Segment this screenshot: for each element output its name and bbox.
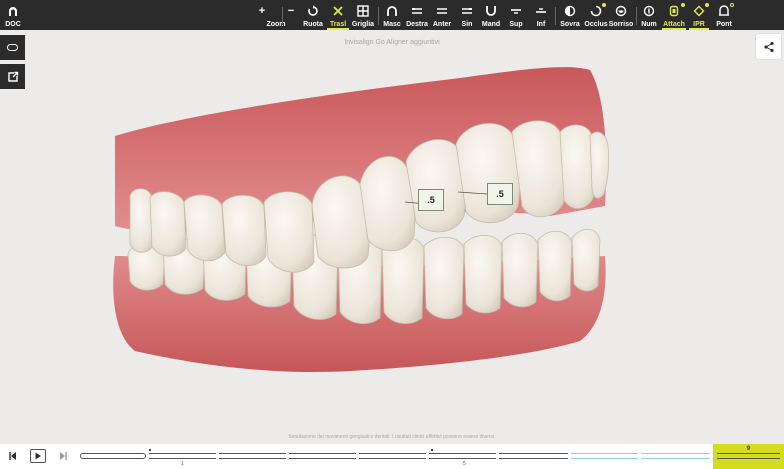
pontic-indicator xyxy=(730,3,734,7)
overlay-button[interactable]: Sovra xyxy=(559,0,581,30)
ipr-label[interactable]: .5 xyxy=(487,183,513,205)
attachment-icon xyxy=(668,3,680,19)
lower-arch-icon xyxy=(485,3,497,19)
teeth-model-illustration xyxy=(113,67,610,372)
skip-forward-icon xyxy=(60,452,67,460)
doc-button[interactable]: DOC xyxy=(4,0,22,30)
number-button[interactable]: Num xyxy=(640,0,658,30)
top-toolbar: DOC + Zoom − Ruota Trasl Griglia Masc De… xyxy=(0,0,784,30)
export-button[interactable] xyxy=(0,64,25,89)
bottom-view-button[interactable]: Inf xyxy=(531,0,551,30)
ipr-label[interactable]: .5 xyxy=(418,189,444,211)
separator xyxy=(378,7,379,25)
ipr-icon xyxy=(693,3,705,19)
attachment-marker xyxy=(149,449,151,451)
separator xyxy=(555,7,556,25)
left-view-button[interactable]: Sin xyxy=(457,0,477,30)
right-view-button[interactable]: Destra xyxy=(405,0,429,30)
current-stage-number: 9 xyxy=(746,446,751,452)
stage-segment[interactable] xyxy=(499,453,568,459)
lower-arch-button[interactable]: Mand xyxy=(480,0,502,30)
left-view-icon xyxy=(461,3,473,19)
stage-segment[interactable] xyxy=(219,453,286,459)
current-stage-bar xyxy=(717,453,780,459)
upper-arch-icon xyxy=(386,3,398,19)
zoom-out-button[interactable]: − xyxy=(284,0,298,30)
view-title: Invisalign Go Aligner aggiuntivi xyxy=(344,39,440,46)
stage-segment[interactable] xyxy=(149,453,216,459)
play-icon xyxy=(35,452,41,460)
ipr-indicator xyxy=(705,3,709,7)
front-view-button[interactable]: Anter xyxy=(431,0,453,30)
skip-to-start-button[interactable] xyxy=(6,449,20,463)
dental-3d-view[interactable]: .5 .5 xyxy=(60,56,680,441)
stage-segment[interactable] xyxy=(289,453,356,459)
bottom-view-icon xyxy=(535,3,547,19)
doc-label: DOC xyxy=(5,21,21,28)
grid-button[interactable]: Griglia xyxy=(352,0,374,30)
attachment-indicator xyxy=(681,3,685,7)
doctor-icon xyxy=(7,3,19,19)
top-view-icon xyxy=(510,3,522,19)
disclaimer-text: Simulazione dei movimenti gengivali e de… xyxy=(288,434,496,440)
pontic-icon xyxy=(718,3,730,19)
grid-icon xyxy=(357,3,369,19)
share-button[interactable] xyxy=(756,34,781,59)
play-button[interactable] xyxy=(30,449,46,463)
stage-number: 1 xyxy=(181,461,184,467)
occlusion-icon xyxy=(590,3,602,19)
separator xyxy=(282,7,283,25)
stage-start-marker[interactable] xyxy=(80,453,146,459)
export-icon xyxy=(7,71,18,82)
attachment-marker xyxy=(431,449,433,451)
separator xyxy=(636,7,637,25)
minus-icon: − xyxy=(287,5,295,17)
translate-button[interactable]: Trasl xyxy=(327,0,349,30)
occlusion-indicator xyxy=(602,3,606,7)
rotate-button[interactable]: Ruota xyxy=(303,0,323,30)
overcorrection-segment[interactable] xyxy=(641,453,710,459)
smile-button[interactable]: Sorriso xyxy=(609,0,633,30)
skip-to-end-button[interactable] xyxy=(56,449,70,463)
smile-icon xyxy=(615,3,627,19)
current-stage[interactable]: 9 xyxy=(713,444,784,469)
rotate-icon xyxy=(307,3,319,19)
overcorrection-segment[interactable] xyxy=(571,453,638,459)
upper-arch-button[interactable]: Masc xyxy=(382,0,402,30)
overlay-icon xyxy=(564,3,576,19)
move-icon xyxy=(332,3,344,19)
stage-timeline: 1 5 9 xyxy=(0,444,784,469)
top-view-button[interactable]: Sup xyxy=(506,0,526,30)
right-view-icon xyxy=(411,3,423,19)
skip-back-icon xyxy=(9,452,16,460)
number-icon xyxy=(643,3,655,19)
stage-number: 5 xyxy=(463,461,466,467)
stage-segment[interactable] xyxy=(429,453,496,459)
front-view-icon xyxy=(436,3,448,19)
stage-segment[interactable] xyxy=(359,453,426,459)
